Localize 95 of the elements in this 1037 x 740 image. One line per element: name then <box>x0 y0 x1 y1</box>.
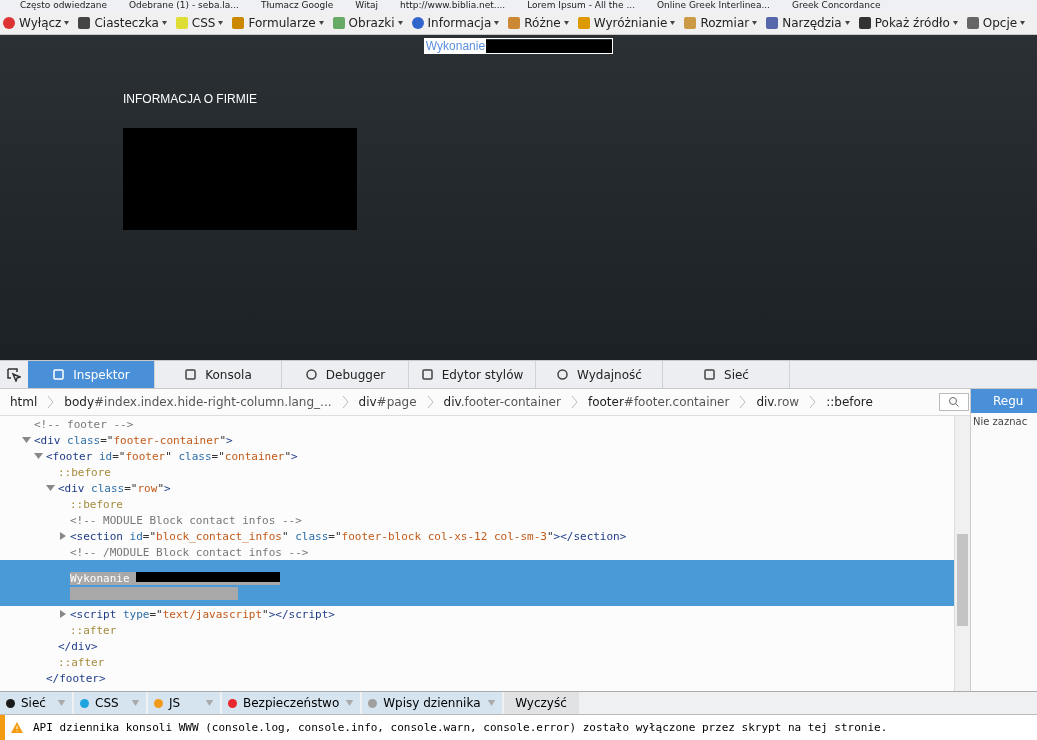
element-tag[interactable]: <footer id="footer" class="container"> <box>46 449 298 463</box>
cursor-icon <box>7 367 21 382</box>
breadcrumb-item[interactable]: div#page <box>348 395 427 409</box>
twisty-icon[interactable] <box>22 436 31 444</box>
toolbar-icon <box>765 15 780 30</box>
caret-icon <box>218 20 224 25</box>
bookmark-item[interactable]: Online Greek Interlinea... <box>657 0 770 11</box>
element-tag[interactable]: <div class="footer-container"> <box>34 433 233 447</box>
bookmark-item[interactable]: Często odwiedzane <box>20 0 107 11</box>
caret-icon <box>670 20 676 25</box>
bookmark-item[interactable]: http://www.biblia.net.... <box>400 0 506 11</box>
console-message: API dziennika konsoli WWW (console.log, console.info, console.warn, console.error) zostało wyłączone przez skrypt na tej stronie. <box>33 721 888 734</box>
twisty-icon[interactable] <box>58 610 67 618</box>
devtools-tab[interactable]: Konsola <box>155 361 282 388</box>
element-tag[interactable]: <script type="text/javascript"></script> <box>70 607 335 621</box>
toolbar-icon <box>507 15 522 30</box>
caret-icon <box>318 20 324 25</box>
bookmark-item[interactable]: Greek Concordance <box>792 0 881 11</box>
caret-icon <box>844 20 850 25</box>
side-panel-text: Nie zaznac <box>972 415 1029 429</box>
breadcrumb-item[interactable]: footer#footer.container <box>577 395 740 409</box>
bookmark-item[interactable]: Odebrane (1) - seba.la... <box>128 0 239 11</box>
breadcrumb-item[interactable]: div.row <box>746 395 810 409</box>
caret-icon <box>397 20 403 25</box>
tab-icon <box>184 368 198 381</box>
chevron-icon <box>809 395 817 409</box>
toolbar-menu[interactable]: CSS <box>172 15 226 30</box>
breadcrumb-item[interactable]: html <box>0 395 48 409</box>
tab-icon <box>703 368 717 381</box>
devtools-tab[interactable]: Sieć <box>663 361 790 388</box>
twisty-icon[interactable] <box>58 532 67 540</box>
toolbar-icon <box>683 15 698 30</box>
tab-icon <box>556 368 570 381</box>
devtools-tab[interactable]: Wydajność <box>536 361 663 388</box>
bookmark-item[interactable]: Witaj <box>355 0 378 11</box>
toolbar-menu[interactable]: Rozmiar <box>681 15 760 30</box>
comment-text: <!-- footer --> <box>34 417 134 431</box>
toolbar-menu[interactable]: Obrazki <box>329 15 405 30</box>
tab-icon <box>420 368 434 381</box>
twisty-icon[interactable] <box>46 484 55 492</box>
caret-icon <box>563 20 569 25</box>
toolbar-menu[interactable]: Pokaż źródło <box>855 15 960 30</box>
toolbar-menu[interactable]: Informacja <box>408 15 502 30</box>
comment-text: <!-- /MODULE Block contact infos --> <box>70 545 309 559</box>
devtools-tab[interactable]: Debugger <box>282 361 409 388</box>
console-filter[interactable]: JS <box>148 692 220 714</box>
element-tag[interactable]: <div class="row"> <box>58 481 171 495</box>
chevron-icon <box>570 395 578 409</box>
toolbar-icon <box>965 15 980 30</box>
breadcrumb-item[interactable]: div.footer-container <box>433 395 571 409</box>
closing-tag[interactable]: </div> <box>58 639 98 653</box>
devtools-tab[interactable]: Edytor stylów <box>409 361 536 388</box>
toolbar-icon <box>857 15 872 30</box>
element-tag[interactable]: <section id="block_contact_infos" class="footer-block col-xs-12 col-sm-3"></section> <box>70 529 627 543</box>
toolbar-menu[interactable]: Opcje <box>963 15 1028 30</box>
closing-tag[interactable]: </footer> <box>46 671 106 685</box>
toolbar-menu[interactable]: Różne <box>505 15 571 30</box>
toolbar-menu[interactable]: Formularze <box>229 15 326 30</box>
toolbar-icon <box>410 15 425 30</box>
console-filter[interactable]: CSS <box>74 692 146 714</box>
section-heading: INFORMACJA O FIRMIE <box>123 92 258 106</box>
toolbar-icon <box>77 15 92 30</box>
caret-icon <box>1020 20 1026 25</box>
bookmark-item[interactable]: Tłumacz Google <box>260 0 334 11</box>
console-filter[interactable]: Wpisy dziennika <box>362 692 502 714</box>
tab-icon <box>304 368 318 381</box>
toolbar-menu[interactable]: Wyłącz <box>0 15 72 30</box>
console-filter[interactable]: Wyczyść <box>503 692 579 714</box>
console-filter[interactable]: Sieć <box>0 692 72 714</box>
caret-icon <box>494 20 500 25</box>
tab-icon <box>52 368 66 381</box>
comment-text: <!-- MODULE Block contact infos --> <box>70 513 302 527</box>
search-icon[interactable] <box>939 393 969 411</box>
caret-icon <box>752 20 758 25</box>
toolbar-menu[interactable]: Narzędzia <box>763 15 852 30</box>
breadcrumb-item[interactable]: ::before <box>816 395 883 409</box>
toolbar-icon <box>2 15 16 30</box>
chevron-icon <box>47 395 55 409</box>
toolbar-icon <box>174 15 189 30</box>
console-filter[interactable]: Bezpieczeństwo <box>222 692 361 714</box>
toolbar-menu[interactable]: Ciasteczka <box>75 15 169 30</box>
warning-icon <box>11 722 23 733</box>
twisty-icon[interactable] <box>34 452 43 460</box>
toolbar-icon <box>231 15 246 30</box>
caret-icon <box>64 20 70 25</box>
toolbar-icon <box>331 15 346 30</box>
toolbar-icon <box>576 15 591 30</box>
bookmark-item[interactable]: Lorem Ipsum - All the ... <box>527 0 635 11</box>
chevron-icon <box>739 395 747 409</box>
caret-icon <box>161 20 167 25</box>
caret-icon <box>952 20 958 25</box>
chevron-icon <box>341 395 349 409</box>
breadcrumb-item[interactable]: body#index.index.hide-right-column.lang_... <box>54 395 342 409</box>
toolbar-menu[interactable]: Wyróżnianie <box>574 15 678 30</box>
chevron-icon <box>426 395 434 409</box>
